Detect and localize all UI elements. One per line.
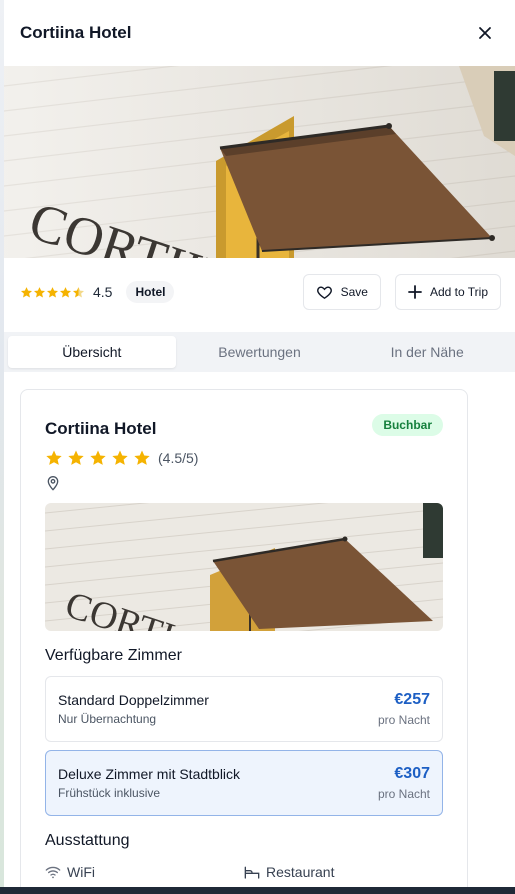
star-icon <box>33 286 46 297</box>
room-board: Frühstück inklusive <box>58 786 161 800</box>
tab-nearby[interactable]: In der Nähe <box>343 336 511 368</box>
star-icon <box>59 286 72 297</box>
tab-bar: Übersicht Bewertungen In der Nähe <box>4 332 515 372</box>
room-price: €257 <box>394 691 430 708</box>
card-rating: (4.5/5) <box>45 449 443 467</box>
star-icon <box>46 286 59 297</box>
rating-value: 4.5 <box>93 284 113 300</box>
hero-image: CORTIIN <box>4 66 515 258</box>
save-label: Save <box>340 285 368 299</box>
amenities-heading: Ausstattung <box>45 832 130 849</box>
star-icon <box>68 450 84 465</box>
tab-overview[interactable]: Übersicht <box>8 336 176 368</box>
tab-reviews[interactable]: Bewertungen <box>176 336 344 368</box>
rating-stars <box>20 286 85 299</box>
star-icon <box>134 450 150 465</box>
amenity-item: Restaurant <box>244 864 443 880</box>
amenity-label: Restaurant <box>266 864 335 880</box>
overview-content: Cortiina Hotel Buchbar (4.5/5) CORTI Ver… <box>4 372 515 887</box>
room-name: Deluxe Zimmer mit Stadtblick <box>58 766 241 782</box>
card-title: Cortiina Hotel <box>45 419 157 438</box>
price-unit: pro Nacht <box>377 713 430 727</box>
room-option[interactable]: Standard Doppelzimmer Nur Übernachtung €… <box>45 676 443 742</box>
amenity-label: WiFi <box>67 864 95 880</box>
heart-icon <box>316 285 332 299</box>
star-icon <box>112 450 128 465</box>
star-icon <box>20 286 33 297</box>
add-to-trip-label: Add to Trip <box>429 285 488 299</box>
add-to-trip-button[interactable]: Add to Trip <box>394 274 501 310</box>
room-option-selected[interactable]: Deluxe Zimmer mit Stadtblick Frühstück i… <box>45 750 443 816</box>
star-icon <box>46 450 62 465</box>
map-pin-icon <box>47 476 59 491</box>
page-title: Cortiina Hotel <box>20 23 132 42</box>
save-button[interactable]: Save <box>302 274 381 310</box>
room-board: Nur Übernachtung <box>58 712 157 726</box>
type-badge: Hotel <box>126 281 175 303</box>
card-image: CORTI <box>45 503 443 631</box>
room-price: €307 <box>394 765 430 782</box>
meta-row: 4.5 Hotel Save Add to Trip <box>4 258 515 326</box>
star-icon <box>90 450 106 465</box>
hotel-card: Cortiina Hotel Buchbar (4.5/5) CORTI Ver… <box>20 389 468 887</box>
price-unit: pro Nacht <box>377 787 430 801</box>
plus-icon <box>408 285 422 299</box>
panel-header: Cortiina Hotel <box>4 0 515 66</box>
location-row <box>45 475 443 493</box>
status-badge: Buchbar <box>372 414 443 436</box>
amenity-item: WiFi <box>45 864 244 880</box>
room-name: Standard Doppelzimmer <box>58 692 209 708</box>
star-half-icon <box>72 286 85 297</box>
close-button[interactable] <box>471 19 499 47</box>
bed-icon <box>244 866 260 879</box>
rooms-heading: Verfügbare Zimmer <box>45 647 182 664</box>
amenities-list: WiFi Restaurant <box>45 864 443 880</box>
rating-text: (4.5/5) <box>158 450 199 466</box>
close-icon <box>479 27 491 39</box>
wifi-icon <box>45 866 61 879</box>
bottom-bar <box>0 887 515 894</box>
hotel-detail-panel: Cortiina Hotel CORTIIN 4.5 Hotel Save Ad… <box>4 0 515 887</box>
